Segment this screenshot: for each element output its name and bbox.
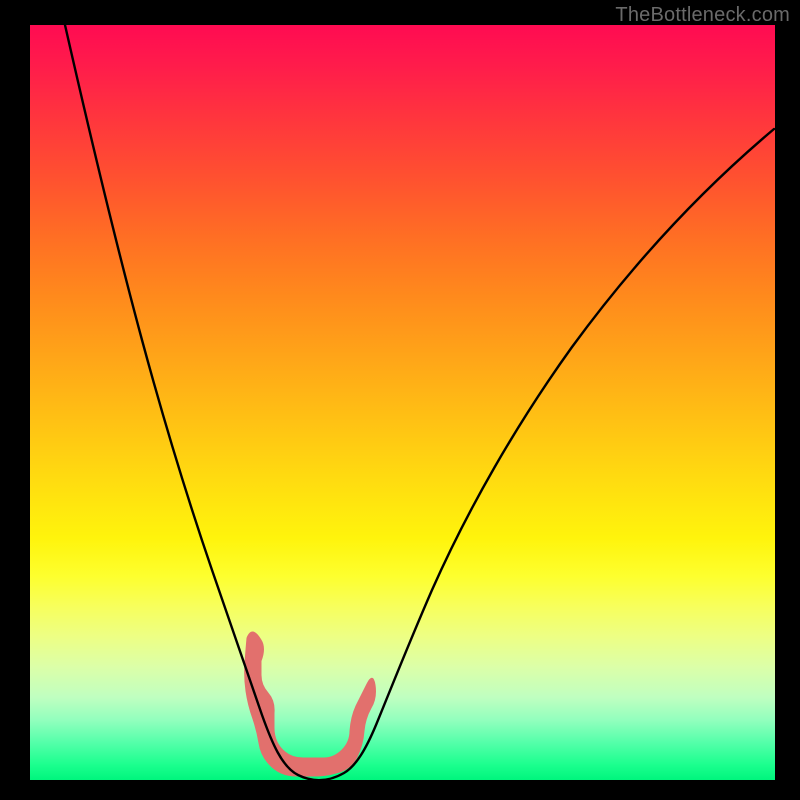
plot-area [30, 25, 775, 780]
bottleneck-curve [65, 25, 774, 780]
outer-frame: TheBottleneck.com [0, 0, 800, 800]
marker-blob [245, 632, 376, 776]
curve-layer [30, 25, 775, 780]
watermark-text: TheBottleneck.com [615, 4, 790, 27]
